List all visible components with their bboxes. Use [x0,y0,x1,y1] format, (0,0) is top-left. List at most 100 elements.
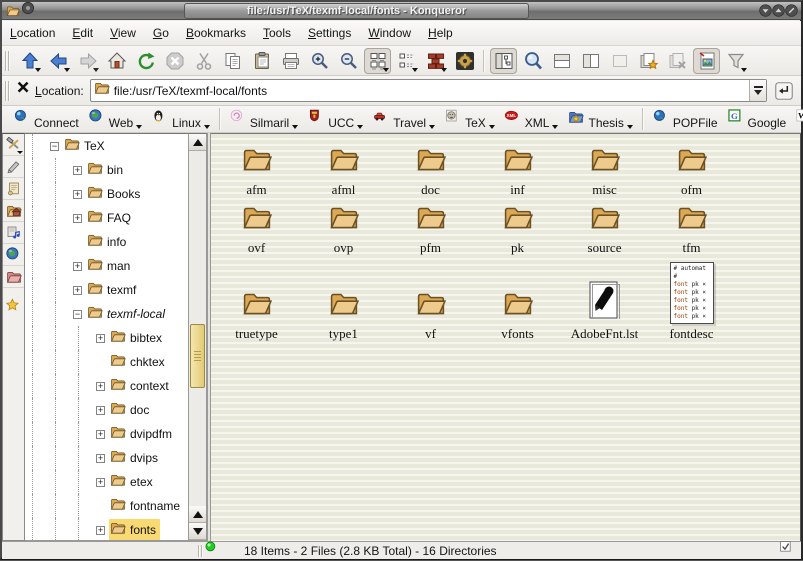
tree-toggle[interactable]: + [73,166,82,175]
scrollbar-thumb[interactable] [190,324,205,388]
bookmark-tex[interactable]: TeX [445,109,495,130]
file-item-tfm[interactable]: tfm [648,198,735,256]
tree-item-doc[interactable]: +doc [25,398,188,422]
tree-item-body[interactable]: man [86,255,134,278]
file-item-inf[interactable]: inf [474,140,561,198]
clear-location-icon[interactable] [15,79,33,102]
sidebar-configure-button[interactable] [3,134,24,156]
sidebar-home-directory-button[interactable] [3,200,24,222]
list-view-button[interactable] [393,48,420,74]
maximize-button[interactable] [772,4,785,22]
tree-toggle[interactable]: + [96,478,105,487]
go-button[interactable] [771,78,797,104]
tree-item-etex[interactable]: + etex [25,470,188,494]
file-item-type1[interactable]: type1 [300,256,387,342]
tree-toggle[interactable]: + [73,262,82,271]
paste-button[interactable] [248,48,275,74]
menu-go[interactable]: Go [153,26,169,40]
titlebar[interactable]: file:/usr/TeX/texmf-local/fonts - Konque… [2,2,801,20]
tree-toggle[interactable]: + [96,430,105,439]
zoom-in-button[interactable] [306,48,333,74]
file-item-doc[interactable]: doc [387,140,474,198]
menu-edit[interactable]: Edit [72,26,93,40]
tree-item-fonts[interactable]: + fonts [25,518,188,541]
scroll-up-button[interactable] [189,134,206,151]
new-tab-button[interactable] [635,48,662,74]
menu-tools[interactable]: Tools [263,26,291,40]
tree-item-body[interactable]: bibtex [109,327,166,350]
bookmark-ucc[interactable]: UCC [308,109,363,130]
file-icon-view[interactable]: afmafmldocinfmiscofmovfovppfmpksourcetfm… [211,133,801,541]
tree-item-body[interactable]: dvips [109,447,162,470]
reload-button[interactable] [132,48,159,74]
tree-toggle[interactable]: + [96,334,105,343]
tree-item-bin[interactable]: +bin [25,158,188,182]
icon-view-button[interactable] [364,48,391,74]
bookmark-linux[interactable]: Linux [152,109,210,130]
tree-item-body[interactable]: fonts [109,519,160,542]
tree-toggle[interactable]: − [73,310,82,319]
tree-toggle[interactable]: + [96,526,105,535]
file-item-ofm[interactable]: ofm [648,140,735,198]
toolbar-handle[interactable] [5,81,11,101]
split-vertical-button[interactable] [577,48,604,74]
tree-item-bibtex[interactable]: + bibtex [25,326,188,350]
menu-bookmarks[interactable]: Bookmarks [186,26,246,40]
tree-item-man[interactable]: + man [25,254,188,278]
terminal-gear-button[interactable] [451,48,478,74]
file-item-afml[interactable]: afml [300,140,387,198]
tree-item-body[interactable]: texmf-local [86,303,169,326]
menu-window[interactable]: Window [368,26,411,40]
back-button[interactable] [45,48,72,74]
close-tab-button[interactable] [664,48,691,74]
tree-item-texmf[interactable]: + texmf [25,278,188,302]
file-item-pk[interactable]: pk [474,198,561,256]
filter-button[interactable] [722,48,749,74]
bookmark-silmaril[interactable]: Silmaril [230,109,298,130]
location-value[interactable]: file:/usr/TeX/texmf-local/fonts [114,84,749,98]
tree-toggle[interactable]: + [96,454,105,463]
tree-toggle[interactable]: + [73,286,82,295]
bookmark-thesis[interactable]: Thesis [568,109,632,130]
zoom-out-button[interactable] [335,48,362,74]
bookmark-wikipedia[interactable]: WWikipedia [796,109,803,130]
tree-sidebar-button[interactable] [490,48,517,74]
tree-item-body[interactable]: texmf [86,279,140,302]
forward-button[interactable] [74,48,101,74]
bookmark-web[interactable]: Web [89,109,142,130]
tree-item-chktex[interactable]: chktex [25,350,188,374]
tree-toggle[interactable]: + [73,214,82,223]
split-horizontal-button[interactable] [548,48,575,74]
tree-item-body[interactable]: chktex [109,351,169,374]
tree-item-body[interactable]: doc [109,399,153,422]
tree-item-body[interactable]: etex [109,471,157,494]
detail-view-button[interactable] [422,48,449,74]
minimize-button[interactable] [759,4,772,22]
home-button[interactable] [103,48,130,74]
scroll-up-button2[interactable] [189,506,206,523]
bookmark-travel[interactable]: Travel [373,109,435,130]
bookmark-google[interactable]: GGoogle [728,109,787,130]
bookmark-connect[interactable]: Connect [14,109,79,130]
find-file-button[interactable] [519,48,546,74]
tree-item-body[interactable]: FAQ [86,207,135,230]
file-item-source[interactable]: source [561,198,648,256]
file-item-ovp[interactable]: ovp [300,198,387,256]
tree-item-body[interactable]: TeX [63,135,109,158]
location-input[interactable]: file:/usr/TeX/texmf-local/fonts [90,79,767,102]
tree-item-fontname[interactable]: fontname [25,494,188,518]
file-item-truetype[interactable]: truetype [213,256,300,342]
menu-location[interactable]: Location [10,26,55,40]
stop-button[interactable] [161,48,188,74]
sidebar-bookmarks-button[interactable] [3,295,24,317]
file-item-afm[interactable]: afm [213,140,300,198]
tree-item-context[interactable]: +context [25,374,188,398]
cut-button[interactable] [190,48,217,74]
tree-scrollbar[interactable] [188,133,207,541]
tree-item-dvips[interactable]: + dvips [25,446,188,470]
up-button[interactable] [16,48,43,74]
file-item-pfm[interactable]: pfm [387,198,474,256]
file-item-adobefnt-lst[interactable]: AdobeFnt.lst [561,256,648,342]
tree-item-Books[interactable]: +Books [25,182,188,206]
file-item-vf[interactable]: vf [387,256,474,342]
